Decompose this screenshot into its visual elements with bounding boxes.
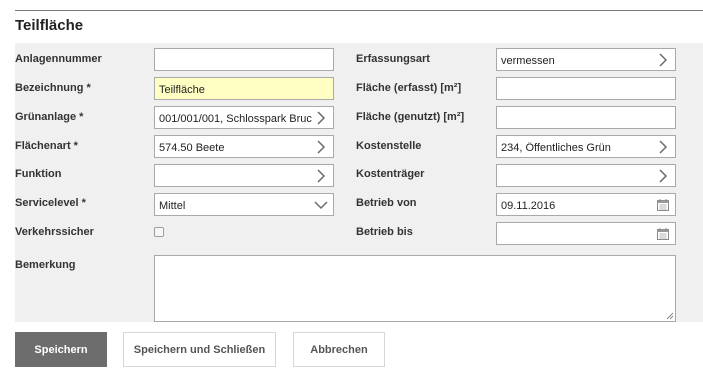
flaeche-erfasst-input[interactable]	[496, 77, 676, 100]
betrieb-von-value: 09.11.2016	[501, 200, 556, 212]
label-betrieb-bis: Betrieb bis	[356, 226, 413, 238]
label-kostentraeger: Kostenträger	[356, 168, 425, 180]
chevron-right-icon[interactable]	[657, 169, 669, 183]
flaeche-genutzt-input[interactable]	[496, 106, 676, 129]
kostenstelle-value: 234, Öffentliches Grün	[501, 142, 611, 154]
bemerkung-textarea[interactable]	[154, 255, 676, 322]
bezeichnung-input[interactable]: Teilfläche	[154, 77, 334, 100]
servicelevel-value: Mittel	[159, 200, 186, 212]
label-flaeche-erfasst: Fläche (erfasst) [m²]	[356, 82, 462, 94]
calendar-icon[interactable]	[656, 198, 670, 212]
anlagennummer-input[interactable]	[154, 48, 334, 71]
servicelevel-select[interactable]: Mittel	[154, 193, 334, 216]
label-servicelevel: Servicelevel *	[15, 197, 86, 209]
cancel-button[interactable]: Abbrechen	[293, 332, 385, 367]
label-betrieb-von: Betrieb von	[356, 197, 417, 209]
form-title: Teilfläche	[15, 17, 84, 34]
chevron-right-icon[interactable]	[315, 111, 327, 125]
gruenanlage-lookup[interactable]: 001/001/001, Schlosspark Bruc	[154, 106, 334, 129]
erfassungsart-lookup[interactable]: vermessen	[496, 48, 676, 71]
label-flaeche-genutzt: Fläche (genutzt) [m²]	[356, 111, 465, 123]
chevron-right-icon[interactable]	[657, 140, 669, 154]
bezeichnung-value: Teilfläche	[159, 84, 205, 96]
save-and-close-button[interactable]: Speichern und Schließen	[123, 332, 276, 367]
label-gruenanlage: Grünanlage *	[15, 111, 84, 123]
label-bemerkung: Bemerkung	[15, 259, 76, 271]
label-anlagennummer: Anlagennummer	[15, 53, 102, 65]
label-funktion: Funktion	[15, 168, 62, 180]
chevron-right-icon[interactable]	[315, 169, 327, 183]
header-divider	[15, 10, 703, 11]
label-flaechenart: Flächenart *	[15, 140, 78, 152]
funktion-lookup[interactable]	[154, 164, 334, 187]
betrieb-bis-date[interactable]	[496, 222, 676, 245]
gruenanlage-value: 001/001/001, Schlosspark Bruc	[159, 113, 312, 125]
label-erfassungsart: Erfassungsart	[356, 53, 430, 65]
label-verkehrssicher: Verkehrssicher	[15, 226, 94, 238]
save-button[interactable]: Speichern	[15, 332, 107, 367]
verkehrssicher-checkbox[interactable]	[154, 227, 164, 237]
calendar-icon[interactable]	[656, 227, 670, 241]
flaechenart-lookup[interactable]: 574.50 Beete	[154, 135, 334, 158]
flaechenart-value: 574.50 Beete	[159, 142, 225, 154]
kostentraeger-lookup[interactable]	[496, 164, 676, 187]
chevron-right-icon[interactable]	[315, 140, 327, 154]
label-bezeichnung: Bezeichnung *	[15, 82, 91, 94]
label-kostenstelle: Kostenstelle	[356, 140, 422, 152]
betrieb-von-date[interactable]: 09.11.2016	[496, 193, 676, 216]
chevron-down-icon	[314, 201, 328, 210]
erfassungsart-value: vermessen	[501, 55, 555, 67]
resize-grip-icon[interactable]	[666, 312, 674, 320]
kostenstelle-lookup[interactable]: 234, Öffentliches Grün	[496, 135, 676, 158]
chevron-right-icon[interactable]	[657, 53, 669, 67]
